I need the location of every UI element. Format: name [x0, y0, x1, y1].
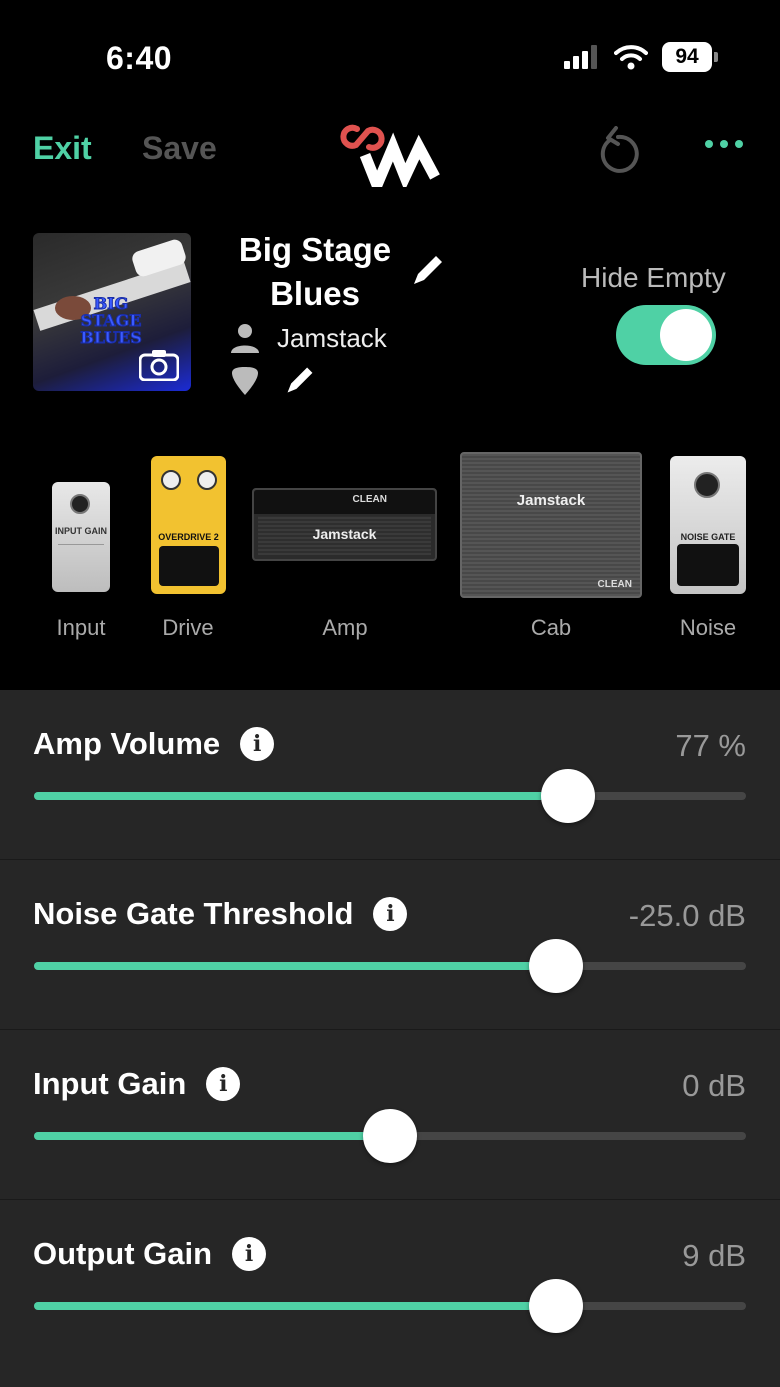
save-button[interactable]: Save	[142, 130, 217, 167]
cover-text: BIG STAGE BLUES	[80, 294, 143, 347]
output-gain-slider[interactable]	[34, 1279, 746, 1333]
amp-volume-slider[interactable]	[34, 769, 746, 823]
info-icon[interactable]: i	[206, 1067, 241, 1101]
battery-indicator: 94	[662, 42, 718, 72]
logo-icon	[340, 124, 440, 187]
noise-gate-pedal[interactable]: NOISE GATE	[670, 456, 746, 594]
input-gain-slider[interactable]	[34, 1109, 746, 1163]
control-label: Amp Volume	[33, 726, 221, 761]
slider-thumb[interactable]	[363, 1109, 417, 1163]
drive-pedal-text: OVERDRIVE 2	[158, 532, 219, 542]
edit-name-pencil-icon[interactable]	[410, 252, 446, 288]
cab-brand-text: Jamstack	[516, 492, 586, 509]
cabinet[interactable]: Jamstack CLEAN	[460, 452, 642, 598]
wifi-icon	[614, 45, 648, 70]
guitar-pick-icon	[232, 367, 258, 395]
user-icon	[231, 324, 259, 353]
control-label: Input Gain	[33, 1066, 187, 1101]
chain-label-cab: Cab	[530, 615, 572, 640]
control-input-gain: Input Gain i 0 dB	[0, 1030, 780, 1200]
control-label: Noise Gate Threshold	[33, 896, 354, 931]
slider-thumb[interactable]	[541, 769, 595, 823]
noise-pedal-text: NOISE GATE	[680, 532, 736, 542]
input-gain-pedal[interactable]: INPUT GAIN	[52, 482, 110, 592]
hide-empty-toggle[interactable]	[616, 305, 716, 365]
amp-head[interactable]: CLEAN Jamstack	[252, 488, 437, 561]
camera-icon[interactable]	[139, 349, 179, 381]
control-value: 9 dB	[682, 1238, 746, 1273]
amp-channel-text: CLEAN	[352, 494, 387, 505]
noise-gate-threshold-slider[interactable]	[34, 939, 746, 993]
chain-label-drive: Drive	[162, 615, 214, 640]
exit-button[interactable]: Exit	[33, 130, 92, 167]
cellular-signal-icon	[564, 45, 597, 69]
status-time: 6:40	[106, 40, 173, 76]
edit-tags-pencil-icon[interactable]	[284, 364, 316, 396]
controls-panel: Amp Volume i 77 % Noise Gate Threshold i…	[0, 690, 780, 1387]
author-name: Jamstack	[277, 323, 387, 353]
cab-tag-text: CLEAN	[597, 579, 632, 590]
signal-chain: INPUT GAIN Input OVERDRIVE 2 Drive CLEAN…	[0, 450, 780, 690]
amp-brand-text: Jamstack	[312, 526, 377, 542]
undo-icon[interactable]	[596, 126, 640, 176]
status-icons: 94	[564, 42, 718, 72]
battery-level: 94	[662, 42, 712, 72]
overdrive-pedal[interactable]: OVERDRIVE 2	[151, 456, 226, 594]
preset-cover-image[interactable]: BIG STAGE BLUES	[33, 233, 191, 391]
slider-thumb[interactable]	[528, 939, 583, 993]
input-pedal-text: INPUT GAIN	[54, 526, 107, 536]
control-noise-gate-threshold: Noise Gate Threshold i -25.0 dB	[0, 860, 780, 1030]
control-value: -25.0 dB	[628, 898, 746, 933]
control-value: 77 %	[675, 728, 746, 763]
slider-thumb[interactable]	[528, 1279, 583, 1333]
hide-empty-label: Hide Empty	[581, 262, 726, 293]
control-amp-volume: Amp Volume i 77 %	[0, 690, 780, 860]
info-icon[interactable]: i	[240, 727, 275, 761]
info-icon[interactable]: i	[373, 897, 408, 931]
more-options-button[interactable]	[705, 140, 743, 148]
info-icon[interactable]: i	[232, 1237, 267, 1271]
control-value: 0 dB	[682, 1068, 746, 1103]
preset-name: Big Stage Blues	[238, 231, 392, 312]
control-output-gain: Output Gain i 9 dB	[0, 1200, 780, 1370]
chain-label-noise: Noise	[679, 615, 737, 640]
chain-label-amp: Amp	[322, 615, 368, 640]
control-label: Output Gain	[33, 1236, 213, 1271]
